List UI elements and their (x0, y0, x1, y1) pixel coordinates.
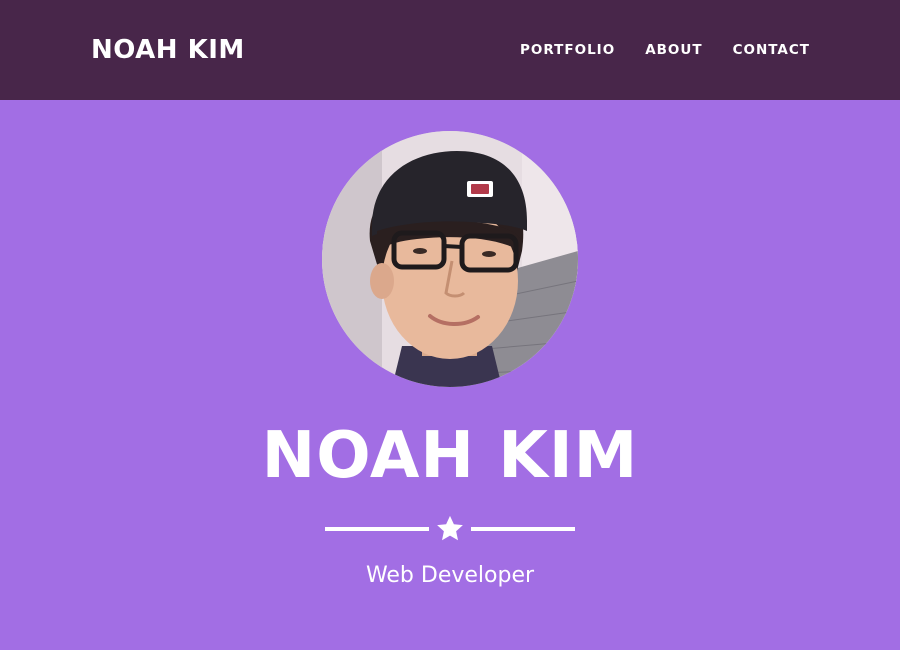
nav-link-about[interactable]: ABOUT (645, 42, 702, 58)
hero-subtitle: Web Developer (365, 563, 535, 588)
nav-item-contact: CONTACT (733, 41, 810, 59)
star-icon (437, 515, 463, 541)
nav-links: PORTFOLIO ABOUT CONTACT (520, 41, 810, 59)
hero-name: NOAH KIM (261, 419, 639, 493)
nav-link-contact[interactable]: CONTACT (733, 42, 810, 58)
brand-link[interactable]: NOAH KIM (91, 35, 245, 65)
profile-photo (322, 131, 578, 387)
divider-line-right (471, 527, 575, 531)
navbar: NOAH KIM PORTFOLIO ABOUT CONTACT (0, 0, 900, 100)
hero-section: NOAH KIM Web Developer (0, 100, 900, 650)
nav-item-about: ABOUT (645, 41, 702, 59)
nav-item-portfolio: PORTFOLIO (520, 41, 615, 59)
profile-avatar (322, 131, 578, 387)
star-divider (325, 514, 575, 544)
divider-line-left (325, 527, 429, 531)
nav-link-portfolio[interactable]: PORTFOLIO (520, 42, 615, 58)
